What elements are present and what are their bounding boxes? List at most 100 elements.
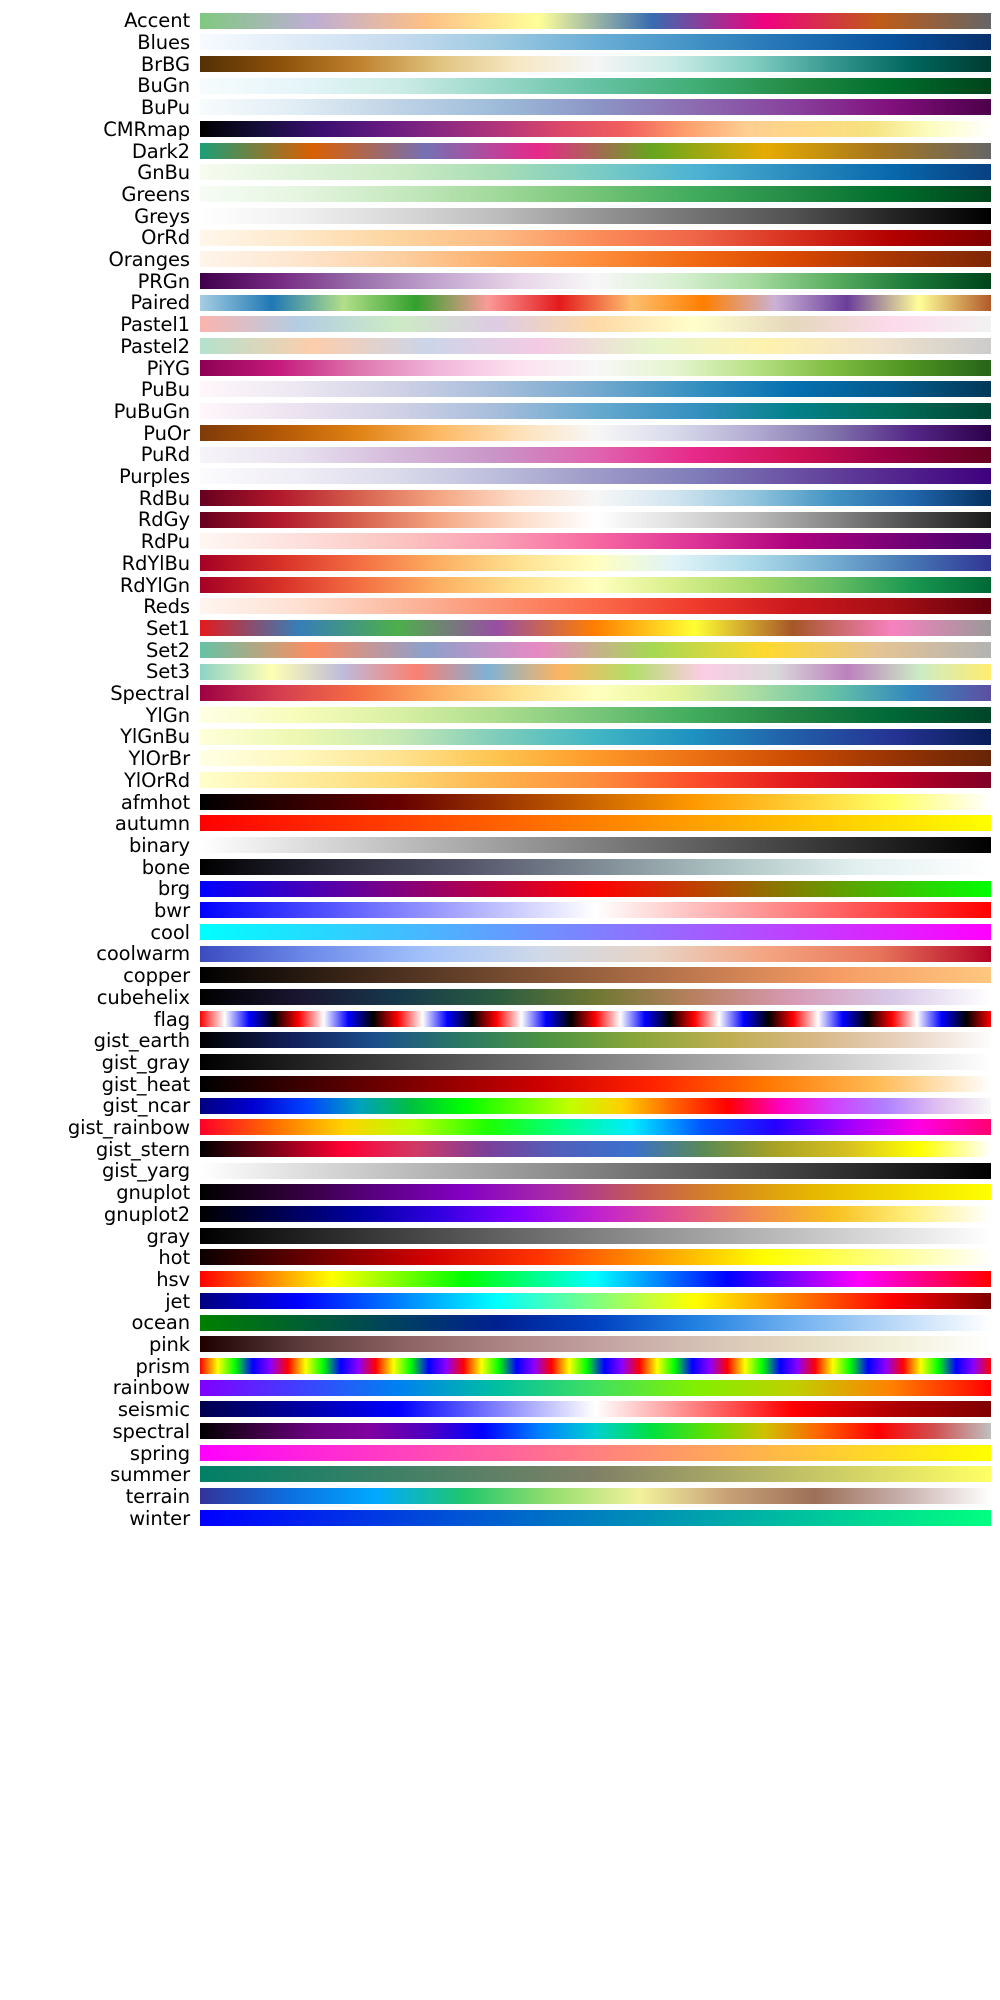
colormap-swatch-terrain [200,1488,991,1505]
colormap-row-RdBu: RdBu [0,487,1000,509]
colormap-row-PuBuGn: PuBuGn [0,401,1000,423]
colormap-label-gist_gray: gist_gray [101,1050,190,1074]
colormap-swatch-RdYlBu [200,555,991,572]
colormap-swatch-Spectral [200,685,991,702]
colormap-swatch-Dark2 [200,142,991,159]
colormap-swatch-Pastel2 [200,338,991,355]
colormap-label-PuBu: PuBu [140,378,190,402]
colormap-row-BuPu: BuPu [0,97,1000,119]
colormap-row-OrRd: OrRd [0,227,1000,249]
colormap-row-CMRmap: CMRmap [0,119,1000,141]
colormap-swatch-Greys [200,207,991,224]
colormap-label-PRGn: PRGn [137,269,190,293]
colormap-swatch-flag [200,1010,991,1027]
colormap-swatch-prism [200,1357,991,1374]
colormap-swatch-winter [200,1509,991,1526]
colormap-swatch-Set2 [200,641,991,658]
colormap-swatch-YlGnBu [200,728,991,745]
colormap-swatch-copper [200,967,991,984]
colormap-label-Greys: Greys [134,204,190,228]
colormap-swatch-RdPu [200,533,991,550]
colormap-row-seismic: seismic [0,1399,1000,1421]
colormap-row-summer: summer [0,1464,1000,1486]
colormap-swatch-Oranges [200,251,991,268]
colormap-swatch-brg [200,880,991,897]
colormap-label-hot: hot [158,1246,190,1270]
colormap-swatch-gist_heat [200,1075,991,1092]
colormap-row-pink: pink [0,1334,1000,1356]
colormap-row-brg: brg [0,878,1000,900]
colormap-row-BrBG: BrBG [0,53,1000,75]
colormap-label-Blues: Blues [137,31,190,55]
colormap-label-spring: spring [129,1441,190,1465]
colormap-label-Set1: Set1 [145,616,190,640]
colormap-swatch-coolwarm [200,945,991,962]
colormap-swatch-RdYlGn [200,576,991,593]
colormap-row-YlOrRd: YlOrRd [0,770,1000,792]
colormap-row-Pastel1: Pastel1 [0,314,1000,336]
colormap-row-rainbow: rainbow [0,1377,1000,1399]
colormap-row-Purples: Purples [0,466,1000,488]
colormap-row-gist_ncar: gist_ncar [0,1095,1000,1117]
colormap-swatch-ocean [200,1314,991,1331]
colormap-row-autumn: autumn [0,813,1000,835]
colormap-row-gist_heat: gist_heat [0,1073,1000,1095]
colormap-label-BuGn: BuGn [137,74,190,98]
colormap-swatch-summer [200,1466,991,1483]
colormap-label-binary: binary [128,833,190,857]
colormap-swatch-Set3 [200,663,991,680]
colormap-swatch-YlOrRd [200,772,991,789]
colormap-swatch-GnBu [200,164,991,181]
colormap-row-flag: flag [0,1008,1000,1030]
colormap-label-afmhot: afmhot [120,790,190,814]
colormap-swatch-PRGn [200,272,991,289]
colormap-swatch-Set1 [200,620,991,637]
colormap-row-YlGnBu: YlGnBu [0,726,1000,748]
colormap-swatch-Accent [200,12,991,29]
colormap-label-Pastel2: Pastel2 [120,334,190,358]
colormap-label-jet: jet [165,1289,190,1313]
colormap-label-RdBu: RdBu [138,486,190,510]
colormap-reference-figure: Accent Blues BrBG BuGn BuPu CMRmap Dark2 GnBu Gr… [0,0,1000,2000]
colormap-row-YlOrBr: YlOrBr [0,748,1000,770]
colormap-label-cubehelix: cubehelix [96,985,190,1009]
colormap-row-Set1: Set1 [0,618,1000,640]
colormap-label-PiYG: PiYG [146,356,190,380]
colormap-label-PuBuGn: PuBuGn [113,399,190,423]
colormap-label-bone: bone [141,855,190,879]
colormap-swatch-Reds [200,598,991,615]
colormap-label-gnuplot2: gnuplot2 [103,1202,190,1226]
colormap-row-Paired: Paired [0,292,1000,314]
colormap-label-CMRmap: CMRmap [103,117,190,141]
colormap-label-gist_earth: gist_earth [93,1029,190,1053]
colormap-label-YlOrBr: YlOrBr [128,747,191,771]
colormap-label-Spectral: Spectral [110,682,190,706]
colormap-label-Pastel1: Pastel1 [120,313,190,337]
colormap-row-gist_gray: gist_gray [0,1052,1000,1074]
colormap-label-hsv: hsv [156,1267,190,1291]
colormap-row-gnuplot: gnuplot [0,1182,1000,1204]
colormap-swatch-bone [200,858,991,875]
colormap-row-RdYlBu: RdYlBu [0,553,1000,575]
colormap-swatch-RdBu [200,489,991,506]
colormap-swatch-BrBG [200,55,991,72]
colormap-label-RdGy: RdGy [137,508,190,532]
colormap-swatch-Purples [200,468,991,485]
colormap-label-RdYlGn: RdYlGn [119,573,190,597]
colormap-swatch-PuBuGn [200,403,991,420]
colormap-label-GnBu: GnBu [137,161,190,185]
colormap-swatch-seismic [200,1401,991,1418]
colormap-swatch-spring [200,1444,991,1461]
colormap-label-seismic: seismic [117,1398,190,1422]
colormap-row-cubehelix: cubehelix [0,987,1000,1009]
colormap-swatch-cool [200,923,991,940]
colormap-row-Spectral: Spectral [0,683,1000,705]
colormap-row-hsv: hsv [0,1269,1000,1291]
colormap-label-rainbow: rainbow [112,1376,190,1400]
colormap-row-Blues: Blues [0,32,1000,54]
colormap-swatch-gist_yarg [200,1162,991,1179]
colormap-swatch-gist_gray [200,1054,991,1071]
colormap-row-coolwarm: coolwarm [0,943,1000,965]
colormap-row-BuGn: BuGn [0,75,1000,97]
colormap-swatch-Greens [200,186,991,203]
